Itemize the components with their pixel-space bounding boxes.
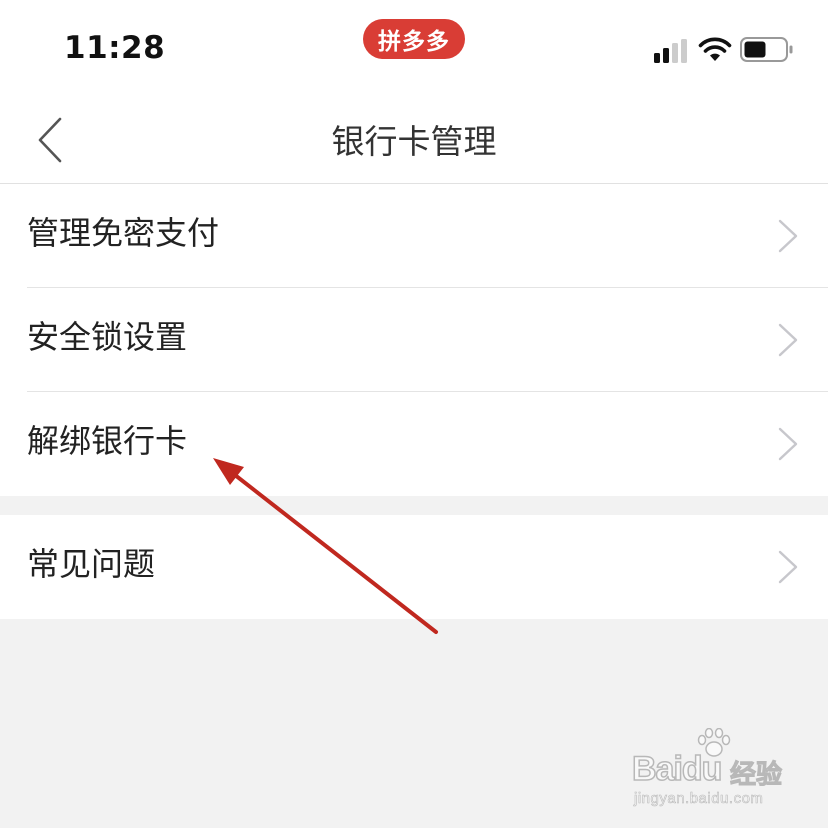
top-bar: 11:28 拼多多 银行卡管理	[0, 0, 828, 184]
status-time: 11:28	[64, 30, 166, 66]
battery-icon	[740, 37, 793, 62]
page-title: 银行卡管理	[331, 122, 497, 161]
screen: 11:28 拼多多 银行卡管理 管理免密支付 安全锁设置 解绑银行卡 常见问题 …	[0, 0, 828, 828]
watermark-brand: Baidu	[631, 749, 723, 789]
menu-item-security-lock-settings[interactable]: 安全锁设置	[0, 288, 828, 392]
menu-item-faq[interactable]: 常见问题	[0, 515, 828, 619]
watermark: Baidu 经验 jingyan.baidu.com	[631, 728, 792, 810]
chevron-right-icon	[778, 427, 798, 461]
app-badge: 拼多多	[363, 19, 465, 59]
menu-item-label: 安全锁设置	[27, 318, 188, 356]
chevron-right-icon	[778, 219, 798, 253]
menu-item-label: 解绑银行卡	[27, 422, 188, 460]
menu-item-label: 管理免密支付	[27, 214, 220, 252]
watermark-url: jingyan.baidu.com	[634, 790, 764, 808]
menu-group-primary: 管理免密支付 安全锁设置 解绑银行卡	[0, 184, 828, 496]
wifi-icon	[698, 37, 732, 61]
menu-item-manage-password-free-payment[interactable]: 管理免密支付	[0, 184, 828, 288]
menu-item-unbind-bank-card[interactable]: 解绑银行卡	[0, 392, 828, 496]
watermark-suffix: 经验	[729, 760, 783, 791]
menu-group-secondary: 常见问题	[0, 515, 828, 619]
menu-item-label: 常见问题	[27, 545, 156, 583]
chevron-right-icon	[778, 550, 798, 584]
chevron-left-icon	[38, 117, 62, 163]
cellular-signal-icon	[654, 39, 687, 63]
chevron-right-icon	[778, 323, 798, 357]
back-button[interactable]	[26, 112, 74, 168]
